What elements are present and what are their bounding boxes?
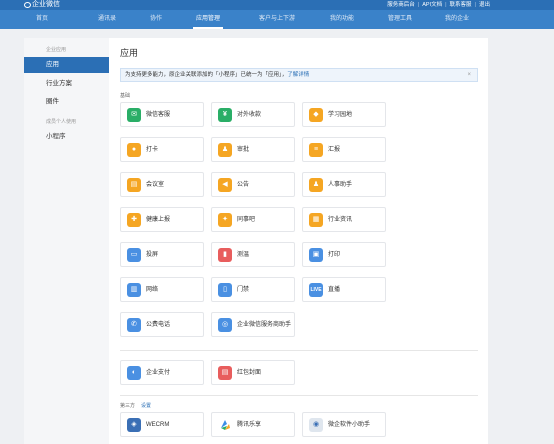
sidebar-item-miniapp[interactable]: 小程序 [24, 129, 109, 145]
screen-cast-icon: ▭ [127, 248, 141, 262]
top-link-provider[interactable]: 服务商后台 [387, 1, 415, 9]
industry-news-icon: ▦ [309, 213, 323, 227]
wecom-logo-icon [24, 2, 31, 8]
app-card[interactable]: ▤ 会议室 [120, 172, 204, 197]
top-link-logout[interactable]: 退出 [479, 1, 490, 9]
app-card[interactable]: ✦ 同事吧 [211, 207, 295, 232]
nav-my-features[interactable]: 我的功能 [330, 10, 354, 29]
app-card[interactable]: ¥ 对外收款 [211, 102, 295, 127]
nav-app-management[interactable]: 应用管理 [192, 10, 224, 29]
close-icon[interactable]: × [467, 69, 471, 81]
section-basic: 基础 [120, 93, 131, 99]
customer-service-icon: ✉ [127, 108, 141, 122]
main-nav: 首页 通讯录 协作 应用管理 客户与上下游 我的功能 管理工具 我的企业 [0, 10, 554, 29]
section-third-party: 第三方 设置 [120, 403, 152, 409]
print-icon: ▣ [309, 248, 323, 262]
learning-icon: ◆ [309, 108, 323, 122]
brand-name: 企业微信 [32, 1, 60, 8]
app-card[interactable]: ▤ 红包封面 [211, 360, 295, 385]
page-title: 应用 [120, 48, 139, 58]
app-card[interactable]: ✚ 健康上报 [120, 207, 204, 232]
top-bar: 企业微信 服务商后台 | API文档 | 联系客服 | 退出 [0, 0, 554, 10]
report-icon: ≡ [309, 143, 323, 157]
notice-text: 为支持更多能力，原企业关联添加的「小程序」已统一为「应用」， [125, 72, 288, 78]
approval-icon: ♟ [218, 143, 232, 157]
app-card[interactable]: ◉ 微企软件小助手 [302, 412, 386, 437]
payment-icon: ¥ [218, 108, 232, 122]
phone-icon: ✆ [127, 318, 141, 332]
health-report-icon: ✚ [127, 213, 141, 227]
nav-collaboration[interactable]: 协作 [150, 10, 162, 29]
red-packet-icon: ▤ [218, 366, 232, 380]
app-card[interactable]: ▥ 网络 [120, 277, 204, 302]
enterprise-pay-icon: ◐ [127, 366, 141, 380]
nav-contacts[interactable]: 通讯录 [98, 10, 116, 29]
top-link-contact[interactable]: 联系客服 [450, 1, 472, 9]
software-helper-icon: ◉ [309, 418, 323, 432]
app-card[interactable]: ◈ WECRM [120, 412, 204, 437]
sidebar-item-apps[interactable]: 应用 [24, 57, 109, 73]
top-link-api-docs[interactable]: API文档 [422, 1, 442, 9]
sidebar: 企业应用 应用 行业方案 圈件 成员个人使用 小程序 [24, 38, 109, 444]
app-card[interactable]: ▮ 测温 [211, 242, 295, 267]
app-card[interactable]: ≡ 汇报 [302, 137, 386, 162]
sidebar-group-enterprise-apps: 企业应用 [46, 47, 67, 53]
app-card[interactable]: ♟ 审批 [211, 137, 295, 162]
app-card[interactable]: ▭ 投屏 [120, 242, 204, 267]
top-links: 服务商后台 | API文档 | 联系客服 | 退出 [387, 1, 490, 9]
announcement-icon: ◀ [218, 178, 232, 192]
app-card[interactable]: ✉ 微信客服 [120, 102, 204, 127]
app-card[interactable]: 腾讯乐享 [211, 412, 295, 437]
colleague-icon: ✦ [218, 213, 232, 227]
app-card[interactable]: ▦ 行业资讯 [302, 207, 386, 232]
app-card[interactable]: ♟ 人事助手 [302, 172, 386, 197]
tencent-lexiang-icon [218, 418, 232, 432]
meeting-room-icon: ▤ [127, 178, 141, 192]
provider-assistant-icon: ◎ [218, 318, 232, 332]
hr-icon: ♟ [309, 178, 323, 192]
app-card[interactable]: ▣ 打印 [302, 242, 386, 267]
notice-details-link[interactable]: 了解详情 [287, 72, 309, 78]
wecrm-icon: ◈ [127, 418, 141, 432]
app-card[interactable]: ◐ 企业支付 [120, 360, 204, 385]
content-area: 应用 为支持更多能力，原企业关联添加的「小程序」已统一为「应用」，了解详情 × … [120, 38, 482, 444]
app-card[interactable]: ✆ 公费电话 [120, 312, 204, 337]
third-party-settings-link[interactable]: 设置 [141, 403, 151, 409]
nav-customers[interactable]: 客户与上下游 [259, 10, 295, 29]
divider [120, 395, 478, 396]
app-card[interactable]: ● 打卡 [120, 137, 204, 162]
nav-management-tools[interactable]: 管理工具 [388, 10, 412, 29]
app-card[interactable]: ◆ 学习园地 [302, 102, 386, 127]
checkin-icon: ● [127, 143, 141, 157]
access-control-icon: ▯ [218, 283, 232, 297]
main-panel: 企业应用 应用 行业方案 圈件 成员个人使用 小程序 应用 为支持更多能力，原企… [24, 38, 488, 444]
nav-home[interactable]: 首页 [36, 10, 48, 29]
app-card[interactable]: ◎ 企业微信服务商助手 [211, 312, 295, 337]
app-card[interactable]: ◀ 公告 [211, 172, 295, 197]
sidebar-group-personal: 成员个人使用 [46, 119, 77, 125]
thermometer-icon: ▮ [218, 248, 232, 262]
app-card[interactable]: ▯ 门禁 [211, 277, 295, 302]
nav-my-enterprise[interactable]: 我的企业 [445, 10, 469, 29]
notice-banner: 为支持更多能力，原企业关联添加的「小程序」已统一为「应用」，了解详情 × [120, 68, 478, 82]
live-icon: LIVE [309, 283, 323, 297]
network-icon: ▥ [127, 283, 141, 297]
sidebar-item-industry[interactable]: 行业方案 [24, 76, 109, 92]
sidebar-item-team[interactable]: 圈件 [24, 94, 109, 110]
app-card[interactable]: LIVE 直播 [302, 277, 386, 302]
divider [120, 350, 478, 351]
